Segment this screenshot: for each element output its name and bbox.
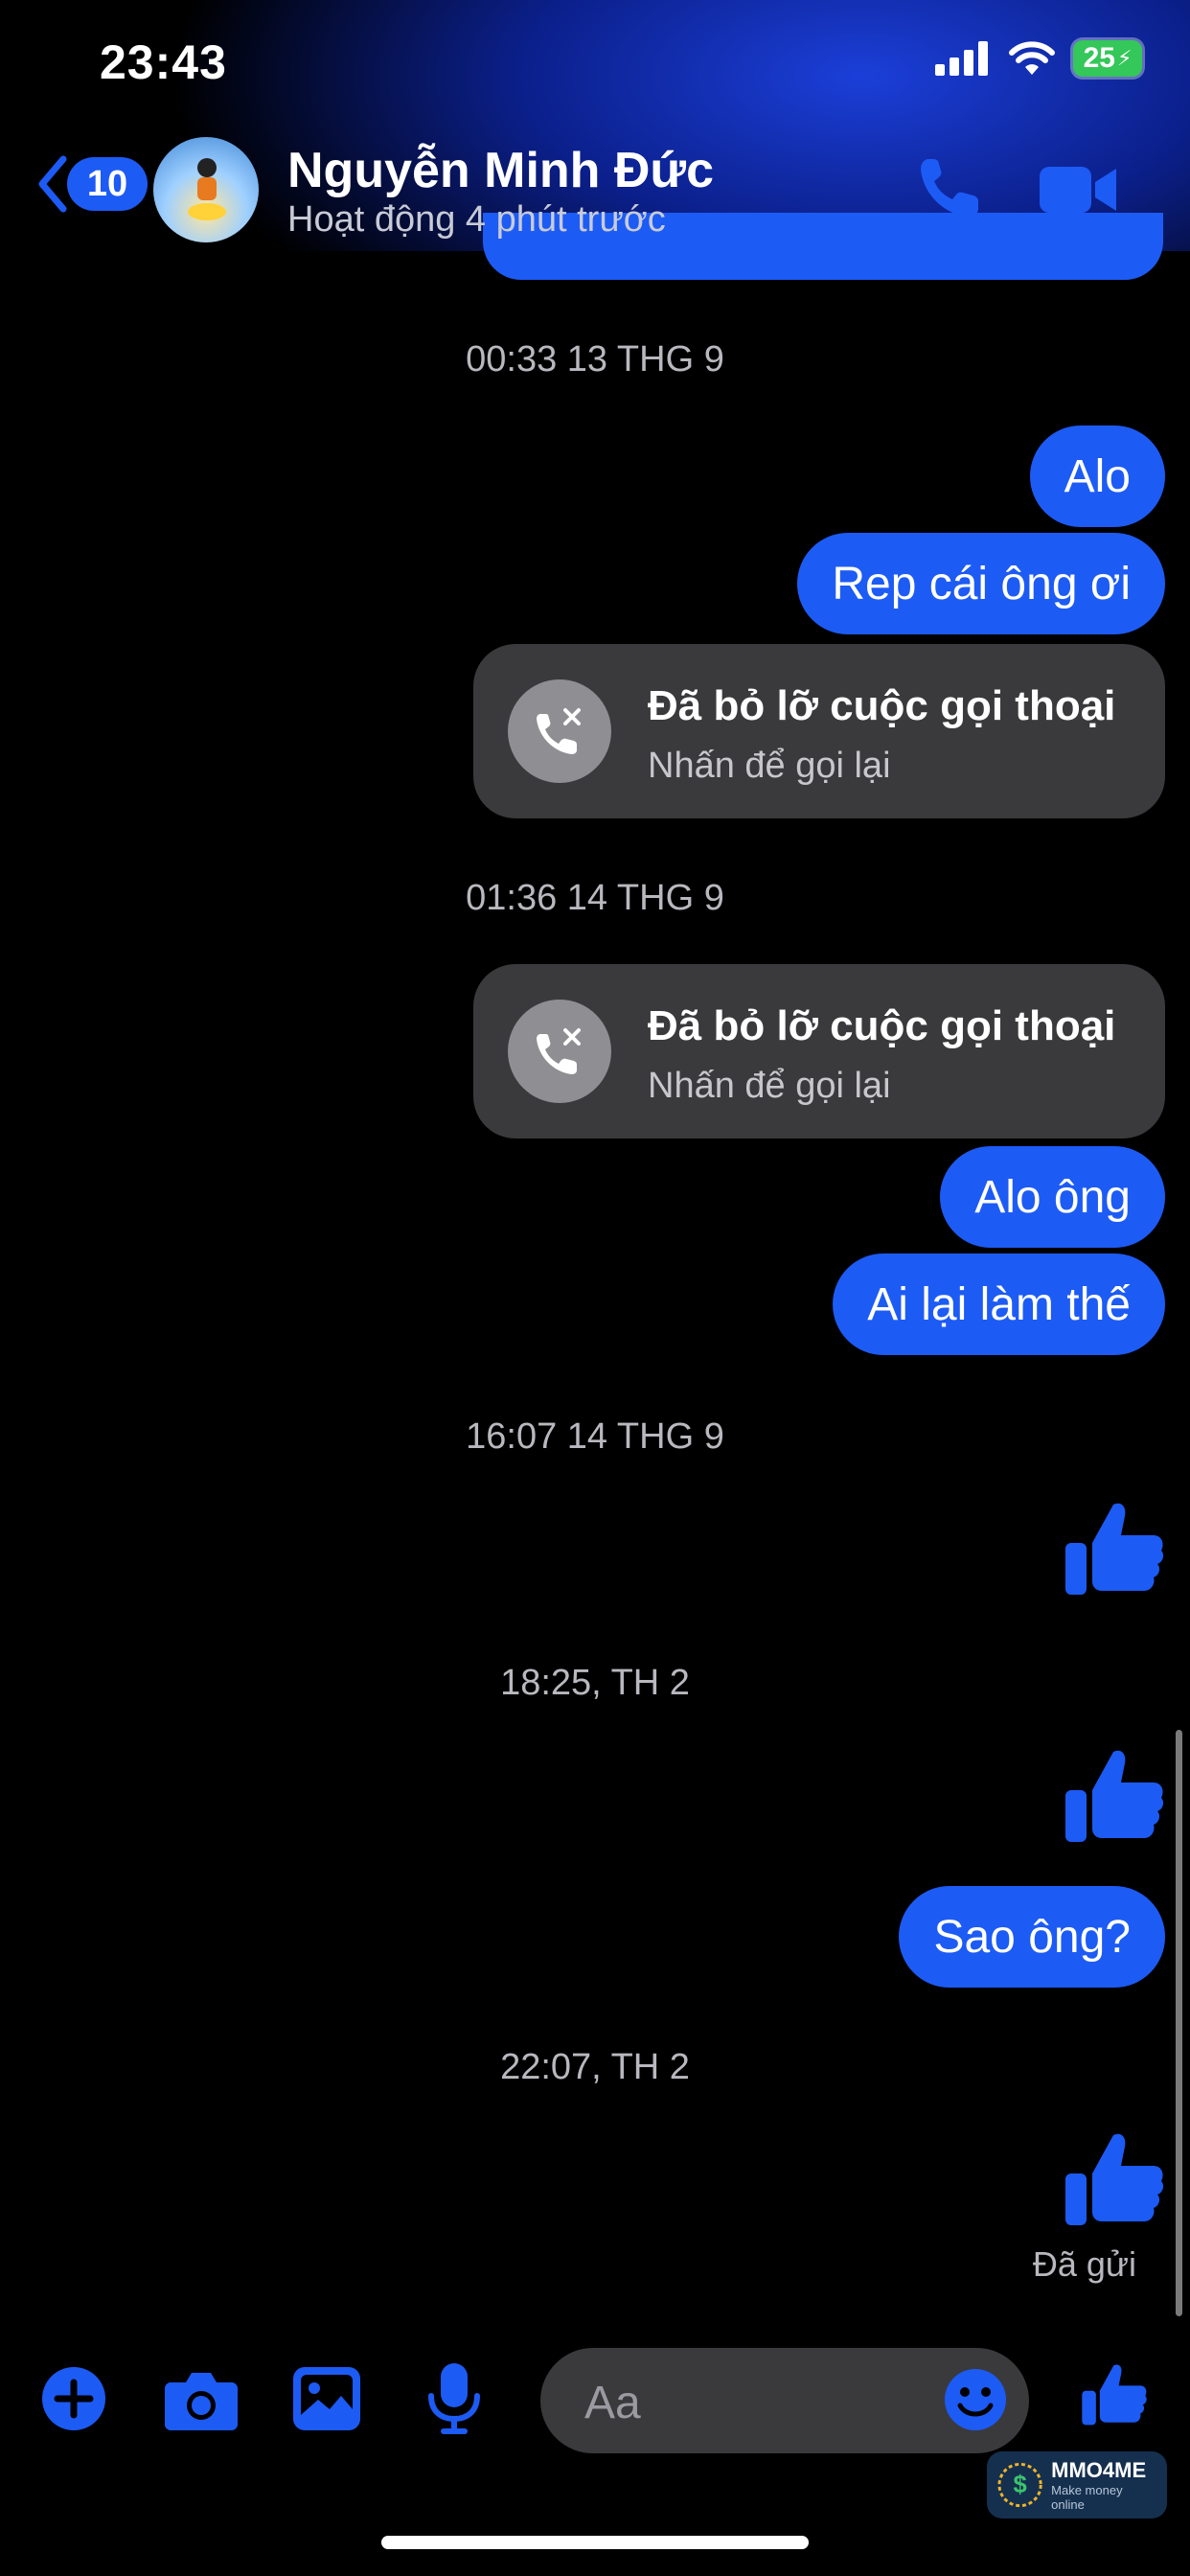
microphone-icon[interactable] (427, 2363, 481, 2436)
scrollbar[interactable] (1176, 1730, 1182, 2316)
camera-icon[interactable] (165, 2369, 238, 2430)
watermark-title: MMO4ME (1051, 2458, 1147, 2482)
missed-call-icon (537, 1028, 581, 1074)
gallery-icon[interactable] (293, 2367, 360, 2430)
message-bubble[interactable]: Alo ông (940, 1146, 1165, 1248)
timestamp: 22:07, TH 2 (500, 2047, 690, 2087)
status-bar: 23:43 25 ⚡ (0, 0, 1190, 134)
thumbs-up-icon[interactable] (1064, 1497, 1165, 1598)
battery-level: 25 (1083, 42, 1115, 74)
missed-call-card[interactable]: Đã bỏ lỡ cuộc gọi thoại Nhấn để gọi lại (473, 964, 1165, 1138)
missed-call-circle (508, 679, 611, 783)
video-camera-icon (1040, 167, 1116, 213)
contact-name[interactable]: Nguyễn Minh Đức (287, 142, 714, 199)
message-input[interactable]: Aa (540, 2348, 1029, 2453)
watermark-logo: $ MMO4ME Make money online (987, 2451, 1167, 2518)
phone-icon (921, 159, 978, 217)
watermark-subtitle: Make money online (1051, 2483, 1123, 2512)
emoji-icon[interactable] (943, 2367, 1008, 2432)
home-indicator[interactable] (381, 2536, 809, 2549)
missed-call-subtitle: Nhấn để gọi lại (648, 1066, 891, 1106)
thumbs-up-send-icon[interactable] (1081, 2359, 1148, 2428)
thumbs-up-icon[interactable] (1064, 1744, 1165, 1846)
missed-call-subtitle: Nhấn để gọi lại (648, 746, 891, 786)
message-input-placeholder: Aa (584, 2378, 641, 2428)
missed-call-title: Đã bỏ lỡ cuộc gọi thoại (648, 682, 1116, 729)
missed-call-circle (508, 1000, 611, 1103)
video-call-button[interactable] (1040, 163, 1116, 221)
avatar-figure (188, 158, 226, 220)
timestamp: 18:25, TH 2 (500, 1663, 690, 1703)
plus-circle-icon[interactable] (40, 2365, 107, 2432)
status-icons: 25 ⚡ (935, 40, 1142, 77)
dollar-coin-icon: $ (997, 2462, 1042, 2508)
missed-call-card[interactable]: Đã bỏ lỡ cuộc gọi thoại Nhấn để gọi lại (473, 644, 1165, 818)
back-button[interactable]: 10 (34, 155, 148, 213)
avatar[interactable] (153, 137, 259, 242)
message-bubble[interactable]: Alo (1029, 426, 1165, 527)
message-bubble[interactable]: Rep cái ông ơi (797, 533, 1165, 634)
status-time: 23:43 (100, 35, 227, 89)
timestamp: 01:36 14 THG 9 (466, 878, 724, 918)
contact-status: Hoạt động 4 phút trước (287, 199, 666, 240)
wifi-icon (1009, 41, 1055, 75)
voice-call-button[interactable] (915, 153, 984, 227)
thumbs-up-icon[interactable] (1064, 2128, 1165, 2229)
unread-count-badge: 10 (67, 157, 148, 211)
missed-call-title: Đã bỏ lỡ cuộc gọi thoại (648, 1002, 1116, 1049)
missed-call-icon (537, 708, 581, 754)
timestamp: 00:33 13 THG 9 (466, 339, 724, 380)
charging-icon: ⚡ (1116, 46, 1133, 70)
sent-status: Đã gửi (1032, 2244, 1136, 2284)
cellular-signal-icon (935, 41, 988, 76)
svg-text:$: $ (1013, 2472, 1026, 2498)
battery-indicator: 25 ⚡ (1073, 40, 1142, 77)
message-bubble[interactable]: Sao ông? (899, 1886, 1165, 1988)
message-bubble[interactable]: Ai lại làm thế (833, 1254, 1165, 1355)
timestamp: 16:07 14 THG 9 (466, 1416, 724, 1457)
